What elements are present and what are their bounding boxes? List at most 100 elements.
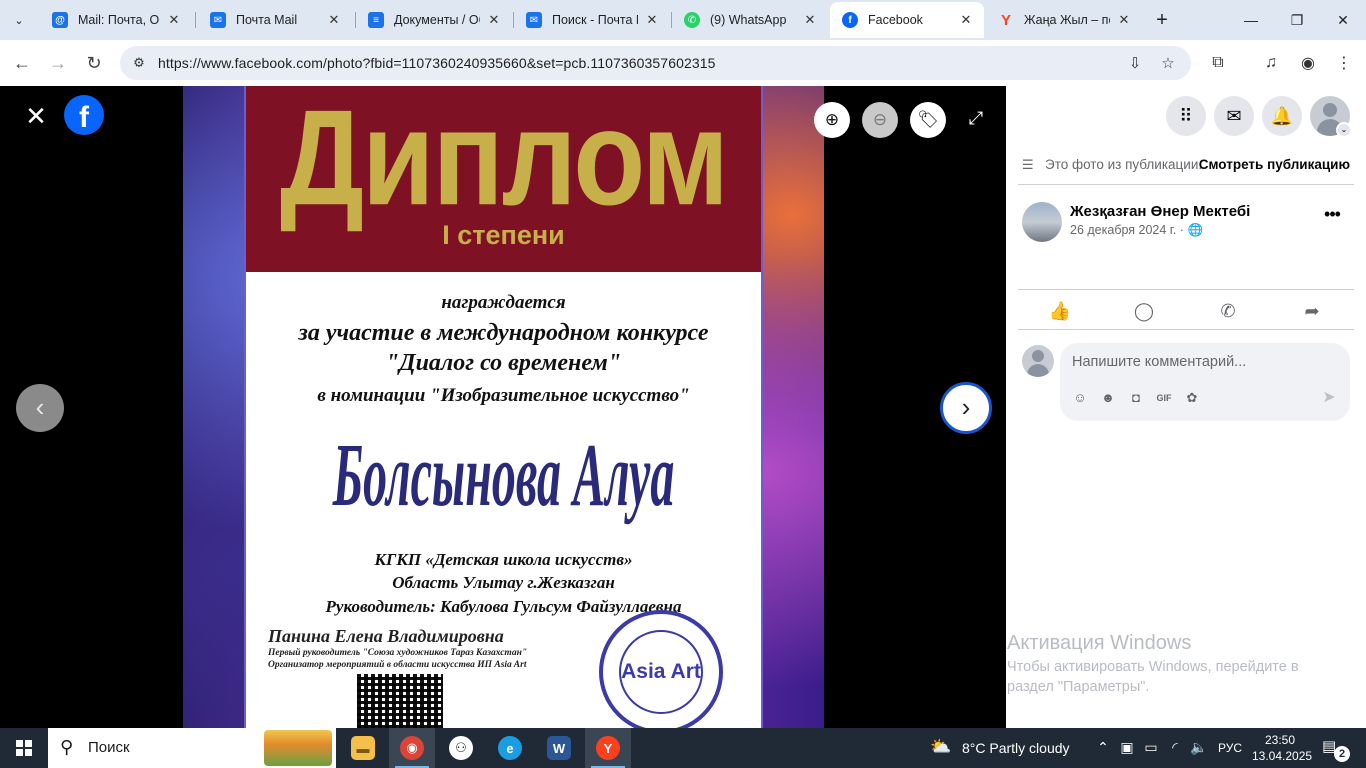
- diploma-degree: I степени: [442, 220, 565, 250]
- taskbar-edge[interactable]: e: [487, 728, 533, 768]
- share-button[interactable]: ➦: [1282, 298, 1342, 324]
- back-button[interactable]: ←: [7, 48, 37, 78]
- whatsapp-icon: ✆: [684, 12, 700, 28]
- taskbar-word[interactable]: W: [536, 728, 582, 768]
- close-tab-icon[interactable]: ✕: [486, 12, 502, 28]
- camera-icon[interactable]: ◘: [1126, 388, 1146, 408]
- avatar-sticker-icon[interactable]: ☺: [1070, 388, 1090, 408]
- comment-button[interactable]: ◯: [1114, 298, 1174, 324]
- zoom-in-button[interactable]: ⊕: [814, 102, 850, 138]
- tab-mail-obl[interactable]: @ Mail: Почта, Обл ✕: [40, 2, 192, 38]
- tab-yandex[interactable]: Y Жаңа Жыл – пе ✕: [986, 2, 1142, 38]
- sticker-icon[interactable]: ✿: [1182, 388, 1202, 408]
- divider: [1018, 289, 1354, 290]
- diploma-image: Диплом I степени награждается за участие…: [244, 86, 763, 728]
- clock-time: 23:50: [1264, 733, 1296, 747]
- clock[interactable]: 23:50 13.04.2025: [1252, 732, 1312, 764]
- search-label: Поиск: [88, 739, 130, 756]
- windows-taskbar: ⚲ Поиск ▬ ◉ ⚇ e W Y ⛅ 8°C Partly cloudy …: [0, 728, 1366, 768]
- tab-facebook[interactable]: f Facebook ✕: [830, 2, 984, 38]
- post-side-panel: ⠿ ✉ 🔔 ⌄ ☰ Это фото из публикации. Смотре…: [1006, 86, 1366, 728]
- gif-icon[interactable]: GIF: [1154, 388, 1174, 408]
- weather-text[interactable]: 8°C Partly cloudy: [962, 740, 1070, 756]
- windows-activation-text: Чтобы активировать Windows, перейдите в …: [1007, 659, 1299, 695]
- forward-button[interactable]: →: [43, 48, 73, 78]
- close-viewer-button[interactable]: ✕: [22, 102, 50, 130]
- media-controls-icon[interactable]: ♫: [1256, 48, 1286, 78]
- post-info-text: Это фото из публикации.: [1045, 157, 1203, 172]
- post-date[interactable]: 26 декабря 2024 г. · 🌐: [1070, 223, 1203, 238]
- like-button[interactable]: 👍: [1030, 298, 1090, 324]
- close-tab-icon[interactable]: ✕: [326, 12, 342, 28]
- tab-whatsapp[interactable]: ✆ (9) WhatsApp ✕: [672, 2, 828, 38]
- new-tab-button[interactable]: +: [1150, 7, 1174, 33]
- tab-separator: [195, 12, 196, 28]
- close-tab-icon[interactable]: ✕: [802, 12, 818, 28]
- fullscreen-icon[interactable]: ⤢: [964, 108, 988, 132]
- comment-input[interactable]: Напишите комментарий... ☺ ☻ ◘ GIF ✿ ➤: [1060, 343, 1350, 421]
- whatsapp-share-button[interactable]: ✆: [1198, 298, 1258, 324]
- restore-button[interactable]: ❐: [1274, 0, 1320, 40]
- taskbar-app[interactable]: ⚇: [438, 728, 484, 768]
- site-settings-icon[interactable]: ⚙: [128, 52, 150, 74]
- avatar-head: [1323, 103, 1337, 117]
- battery-icon[interactable]: ▭: [1142, 739, 1160, 757]
- close-tab-icon[interactable]: ✕: [166, 12, 182, 28]
- start-button[interactable]: [0, 728, 48, 768]
- address-bar[interactable]: ⚙ https://www.facebook.com/photo?fbid=11…: [120, 46, 1191, 80]
- commenter-avatar[interactable]: [1022, 345, 1054, 377]
- network-wifi-icon[interactable]: ◜: [1166, 739, 1184, 757]
- close-tab-icon[interactable]: ✕: [644, 12, 660, 28]
- weather-partly-cloudy-icon[interactable]: ⛅: [930, 737, 954, 759]
- tab-search-button[interactable]: ⌄: [6, 6, 32, 34]
- comment-icon: ◯: [1133, 300, 1155, 321]
- tray-overflow-chevron-icon[interactable]: ⌃: [1094, 739, 1112, 757]
- like-icon: 👍: [1048, 300, 1072, 321]
- tab-documents[interactable]: ≡ Документы / Об ✕: [356, 2, 512, 38]
- next-photo-button[interactable]: ›: [940, 382, 992, 434]
- meet-now-icon[interactable]: ▣: [1118, 739, 1136, 757]
- input-language[interactable]: РУС: [1218, 741, 1242, 755]
- tab-pochta-mail[interactable]: ✉ Почта Mail ✕: [198, 2, 352, 38]
- tag-photo-button[interactable]: 🏷: [910, 102, 946, 138]
- zoom-out-button[interactable]: ⊖: [862, 102, 898, 138]
- close-window-button[interactable]: ✕: [1320, 0, 1366, 40]
- more-options-button[interactable]: •••: [1320, 204, 1344, 228]
- windows-activation-title: Активация Windows: [1007, 632, 1192, 654]
- messenger-button[interactable]: ✉: [1214, 96, 1254, 136]
- emoji-icon[interactable]: ☻: [1098, 388, 1118, 408]
- menu-kebab-icon[interactable]: ⋮: [1329, 48, 1359, 78]
- install-app-icon[interactable]: ⇩: [1123, 52, 1147, 74]
- view-post-link[interactable]: Смотреть публикацию: [1199, 157, 1350, 172]
- menu-grid-button[interactable]: ⠿: [1166, 96, 1206, 136]
- bookmark-star-icon[interactable]: ☆: [1156, 52, 1180, 74]
- reload-button[interactable]: ↻: [79, 48, 109, 78]
- url-text[interactable]: https://www.facebook.com/photo?fbid=1107…: [158, 55, 716, 71]
- taskbar-yandex-browser[interactable]: Y: [585, 728, 631, 768]
- facebook-logo-icon[interactable]: f: [64, 95, 104, 135]
- diploma-org-2: Область Улытау г.Жезказган: [392, 573, 615, 592]
- minimize-button[interactable]: —: [1228, 0, 1274, 40]
- send-icon[interactable]: ➤: [1318, 387, 1340, 409]
- notifications-bell-button[interactable]: 🔔: [1262, 96, 1302, 136]
- taskbar-file-explorer[interactable]: ▬: [340, 728, 386, 768]
- taskbar-chrome[interactable]: ◉: [389, 728, 435, 768]
- post-date-text: 26 декабря 2024 г. ·: [1070, 223, 1184, 237]
- tab-search-mail[interactable]: ✉ Поиск - Почта М ✕: [514, 2, 670, 38]
- profile-icon[interactable]: ◉: [1293, 48, 1323, 78]
- taskbar-search[interactable]: ⚲ Поиск: [48, 728, 336, 768]
- document-icon: ≡: [368, 12, 384, 28]
- account-chevron-icon[interactable]: ⌄: [1336, 122, 1352, 138]
- extensions-icon[interactable]: ⧉: [1203, 48, 1233, 78]
- diploma-title: Диплом: [279, 86, 729, 235]
- comment-placeholder: Напишите комментарий...: [1072, 354, 1247, 370]
- close-tab-icon[interactable]: ✕: [958, 12, 974, 28]
- volume-icon[interactable]: 🔈: [1190, 739, 1208, 757]
- facebook-icon: f: [842, 12, 858, 28]
- previous-photo-button[interactable]: ‹: [16, 384, 64, 432]
- author-avatar[interactable]: [1022, 202, 1062, 242]
- windows-logo-icon: [16, 740, 32, 756]
- close-tab-icon[interactable]: ✕: [1116, 12, 1132, 28]
- tab-strip: ⌄ @ Mail: Почта, Обл ✕ ✉ Почта Mail ✕ ≡ …: [0, 0, 1366, 40]
- author-name[interactable]: Жезқазған Өнер Мектебі: [1070, 203, 1250, 220]
